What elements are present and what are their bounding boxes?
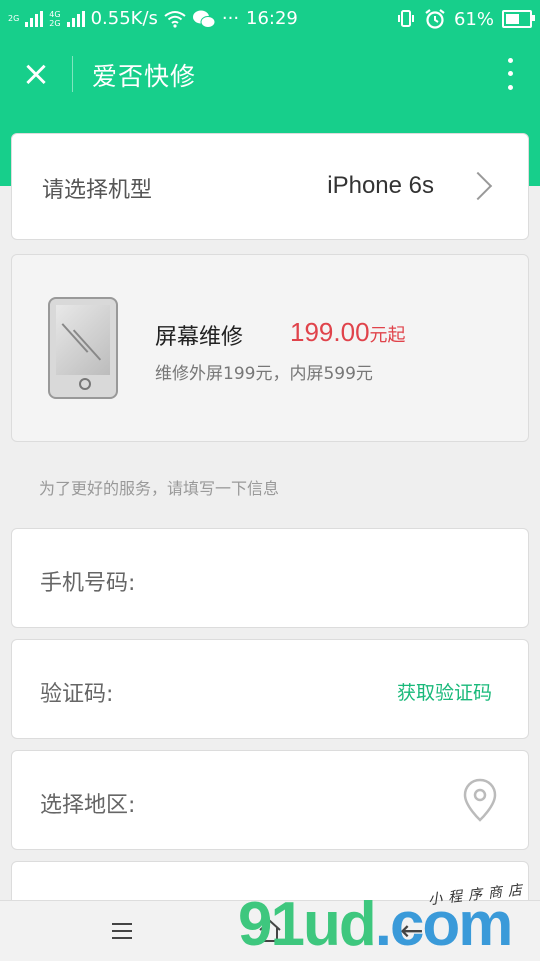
net-type-mid: 4G (49, 9, 61, 19)
service-price-value: 199.00 (290, 317, 370, 347)
phone-label: 手机号码: (40, 571, 136, 596)
service-description: 维修外屏199元，内屏599元 (155, 364, 373, 384)
home-icon[interactable] (250, 915, 290, 947)
more-menu-button[interactable] (504, 54, 516, 94)
more-notifications: ··· (221, 8, 240, 29)
battery-icon (502, 10, 535, 28)
close-button[interactable]: × (18, 56, 54, 92)
cracked-phone-icon (48, 297, 118, 399)
service-price-suffix: 元起 (369, 325, 406, 346)
service-price: 199.00元起 (290, 317, 406, 348)
battery-percent: 61% (453, 8, 494, 30)
network-speed: 0.55K/s (90, 8, 158, 29)
status-left: 2G 4G 2G 0.55K/s ··· (8, 8, 239, 29)
wechat-icon (192, 10, 216, 28)
net-type-top: 2G (8, 14, 20, 23)
region-field[interactable]: 选择地区: (11, 750, 529, 850)
get-code-button[interactable]: 获取验证码 (397, 678, 492, 705)
net-type-bottom: 2G (49, 18, 61, 28)
verification-field: 验证码: 获取验证码 (11, 639, 529, 739)
form-hint: 为了更好的服务，请填写一下信息 (39, 479, 280, 498)
signal-icon (25, 10, 44, 27)
code-label: 验证码: (40, 682, 114, 707)
location-pin-icon[interactable] (462, 777, 498, 823)
menu-icon-line (112, 923, 132, 925)
status-bar: 2G 4G 2G 0.55K/s ··· 16:29 61% (0, 0, 540, 38)
menu-icon-line (112, 937, 132, 939)
model-selector[interactable]: 请选择机型 iPhone 6s (11, 133, 529, 240)
back-button[interactable]: ← (400, 915, 440, 947)
page-title: 爱否快修 (92, 62, 197, 91)
model-selector-label: 请选择机型 (42, 178, 153, 203)
wifi-icon (164, 10, 186, 28)
network-type-label-2: 4G 2G (49, 10, 60, 28)
status-right: 61% (396, 8, 535, 30)
system-nav-bar: ← (0, 900, 540, 961)
title-divider (72, 56, 73, 92)
phone-field: 手机号码: (11, 528, 529, 628)
model-selector-value: iPhone 6s (327, 172, 434, 199)
region-label: 选择地区: (40, 793, 136, 818)
phone-input[interactable] (162, 559, 416, 601)
chevron-right-icon (463, 171, 493, 201)
network-type-label: 2G (8, 14, 19, 23)
service-card: 屏幕维修 199.00元起 维修外屏199元，内屏599元 (11, 254, 529, 442)
vibrate-icon (397, 10, 414, 27)
service-name: 屏幕维修 (155, 325, 244, 350)
menu-button[interactable] (102, 915, 142, 947)
menu-icon-line (112, 930, 132, 932)
title-bar: × 爱否快修 (0, 38, 540, 110)
clock: 16:29 (246, 8, 298, 29)
signal-icon-2 (66, 10, 85, 27)
code-input[interactable] (142, 670, 346, 712)
alarm-icon (425, 9, 445, 29)
